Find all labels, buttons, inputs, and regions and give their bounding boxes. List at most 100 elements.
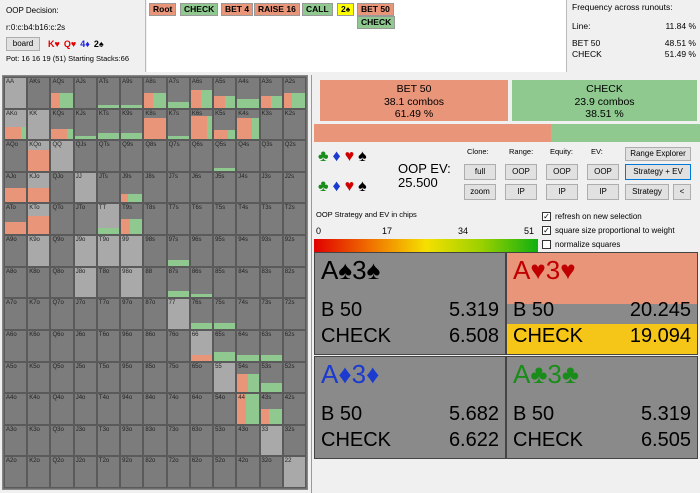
- hand-cell-T9s[interactable]: T9s: [120, 203, 144, 236]
- hand-cell-Q4o[interactable]: Q4o: [50, 393, 74, 425]
- range-ip-button[interactable]: IP: [505, 184, 537, 200]
- hand-cell-ATs[interactable]: ATs: [96, 77, 121, 109]
- hand-cell-KJo[interactable]: KJo: [27, 171, 51, 204]
- hand-cell-T6o[interactable]: T6o: [96, 329, 121, 362]
- hand-cell-72o[interactable]: 72o: [166, 456, 190, 488]
- full-button[interactable]: full: [464, 164, 496, 180]
- hand-cell-Q2o[interactable]: Q2o: [50, 456, 74, 488]
- hand-cell-KK[interactable]: KK: [27, 108, 51, 141]
- hand-cell-AJs[interactable]: AJs: [73, 77, 97, 109]
- hand-cell-Q8o[interactable]: Q8o: [50, 266, 74, 299]
- hand-cell-A3o[interactable]: A3o: [4, 424, 28, 457]
- hand-cell-A5o[interactable]: A5o: [4, 361, 28, 394]
- hand-cell-32o[interactable]: 32o: [259, 456, 283, 488]
- hand-cell-97s[interactable]: 97s: [166, 235, 190, 267]
- hand-cell-87o[interactable]: 87o: [143, 298, 167, 330]
- hand-cell-A9o[interactable]: A9o: [4, 235, 28, 267]
- hand-cell-J8o[interactable]: J8o: [73, 266, 97, 299]
- hand-cell-T8s[interactable]: T8s: [143, 203, 167, 236]
- hand-cell-33[interactable]: 33: [259, 424, 283, 457]
- hand-cell-K4o[interactable]: K4o: [27, 393, 51, 425]
- tree-node-1[interactable]: CHECK: [180, 3, 219, 16]
- hand-cell-42o[interactable]: 42o: [236, 456, 260, 488]
- hand-cell-Q9o[interactable]: Q9o: [50, 235, 74, 267]
- hand-cell-52o[interactable]: 52o: [213, 456, 237, 488]
- hand-cell-43o[interactable]: 43o: [236, 424, 260, 457]
- zoom-button[interactable]: zoom: [464, 184, 496, 200]
- hand-cell-A7o[interactable]: A7o: [4, 298, 28, 330]
- hand-cell-65o[interactable]: 65o: [189, 361, 214, 394]
- hand-cell-76s[interactable]: 76s: [189, 298, 214, 330]
- hand-cell-T3s[interactable]: T3s: [259, 203, 283, 236]
- hand-cell-Q6o[interactable]: Q6o: [50, 329, 74, 362]
- hand-cell-KJs[interactable]: KJs: [73, 108, 97, 141]
- hand-cell-Q8s[interactable]: Q8s: [143, 140, 167, 172]
- hand-cell-A9s[interactable]: A9s: [120, 77, 144, 109]
- hand-cell-J4o[interactable]: J4o: [73, 393, 97, 425]
- hand-cell-K7s[interactable]: K7s: [166, 108, 190, 141]
- hand-cell-K6s[interactable]: K6s: [189, 108, 214, 141]
- hand-cell-K6o[interactable]: K6o: [27, 329, 51, 362]
- hand-cell-92o[interactable]: 92o: [120, 456, 144, 488]
- hand-cell-A6o[interactable]: A6o: [4, 329, 28, 362]
- hand-cell-J7o[interactable]: J7o: [73, 298, 97, 330]
- tree-node-4[interactable]: CALL: [302, 3, 333, 16]
- check-action-box[interactable]: CHECK 23.9 combos 38.51 %: [512, 80, 697, 121]
- hand-cell-82s[interactable]: 82s: [282, 266, 306, 299]
- hand-cell-QJo[interactable]: QJo: [50, 171, 74, 204]
- hand-cell-A6s[interactable]: A6s: [189, 77, 214, 109]
- hand-cell-62s[interactable]: 62s: [282, 329, 306, 362]
- hand-cell-A7s[interactable]: A7s: [166, 77, 190, 109]
- hand-cell-T4o[interactable]: T4o: [96, 393, 121, 425]
- checkbox-box[interactable]: [542, 239, 551, 249]
- hand-cell-A4s[interactable]: A4s: [236, 77, 260, 109]
- hand-cell-J7s[interactable]: J7s: [166, 171, 190, 204]
- hand-cell-K5s[interactable]: K5s: [213, 108, 237, 141]
- hand-cell-62o[interactable]: 62o: [189, 456, 214, 488]
- checkbox-box[interactable]: ✓: [542, 211, 551, 221]
- hand-cell-98o[interactable]: 98o: [120, 266, 144, 299]
- combo-card[interactable]: A♣3♣ B 50 5.319 CHECK 6.505: [506, 356, 698, 459]
- hand-cell-K9o[interactable]: K9o: [27, 235, 51, 267]
- tree-node-5[interactable]: 2♠: [337, 3, 355, 16]
- hand-cell-J3s[interactable]: J3s: [259, 171, 283, 204]
- hand-cell-85s[interactable]: 85s: [213, 266, 237, 299]
- hand-cell-Q9s[interactable]: Q9s: [120, 140, 144, 172]
- hand-cell-T4s[interactable]: T4s: [236, 203, 260, 236]
- hand-cell-Q2s[interactable]: Q2s: [282, 140, 306, 172]
- hand-cell-J6s[interactable]: J6s: [189, 171, 214, 204]
- suit-icon-spade[interactable]: ♠: [358, 178, 367, 196]
- hand-cell-KQs[interactable]: KQs: [50, 108, 74, 141]
- hand-cell-KTo[interactable]: KTo: [27, 203, 51, 236]
- hand-cell-Q5s[interactable]: Q5s: [213, 140, 237, 172]
- hand-cell-85o[interactable]: 85o: [143, 361, 167, 394]
- hand-cell-82o[interactable]: 82o: [143, 456, 167, 488]
- hand-cell-52s[interactable]: 52s: [282, 361, 306, 394]
- hand-cell-T2s[interactable]: T2s: [282, 203, 306, 236]
- hand-cell-K8s[interactable]: K8s: [143, 108, 167, 141]
- hand-cell-A4o[interactable]: A4o: [4, 393, 28, 425]
- option-checkbox-2[interactable]: normalize squares: [542, 237, 675, 251]
- hand-cell-J4s[interactable]: J4s: [236, 171, 260, 204]
- ev-ip-button[interactable]: IP: [587, 184, 619, 200]
- collapse-button[interactable]: <: [673, 184, 691, 200]
- suit-icon-club[interactable]: ♣: [318, 148, 329, 166]
- hand-cell-73s[interactable]: 73s: [259, 298, 283, 330]
- hand-cell-76o[interactable]: 76o: [166, 329, 190, 362]
- hand-cell-75s[interactable]: 75s: [213, 298, 237, 330]
- tree-node-7[interactable]: CHECK: [357, 16, 396, 29]
- hand-cell-Q4s[interactable]: Q4s: [236, 140, 260, 172]
- option-checkbox-1[interactable]: ✓ square size proportional to weight: [542, 223, 675, 237]
- tree-node-6[interactable]: BET 50: [357, 3, 394, 16]
- hand-cell-Q7s[interactable]: Q7s: [166, 140, 190, 172]
- hand-cell-A5s[interactable]: A5s: [213, 77, 237, 109]
- hand-cell-93o[interactable]: 93o: [120, 424, 144, 457]
- checkbox-box[interactable]: ✓: [542, 225, 551, 235]
- hand-cell-54s[interactable]: 54s: [236, 361, 260, 394]
- hand-cell-K2o[interactable]: K2o: [27, 456, 51, 488]
- hand-cell-86o[interactable]: 86o: [143, 329, 167, 362]
- hand-cell-92s[interactable]: 92s: [282, 235, 306, 267]
- option-checkbox-0[interactable]: ✓ refresh on new selection: [542, 209, 675, 223]
- hand-cell-JTs[interactable]: JTs: [96, 171, 121, 204]
- hand-cell-72s[interactable]: 72s: [282, 298, 306, 330]
